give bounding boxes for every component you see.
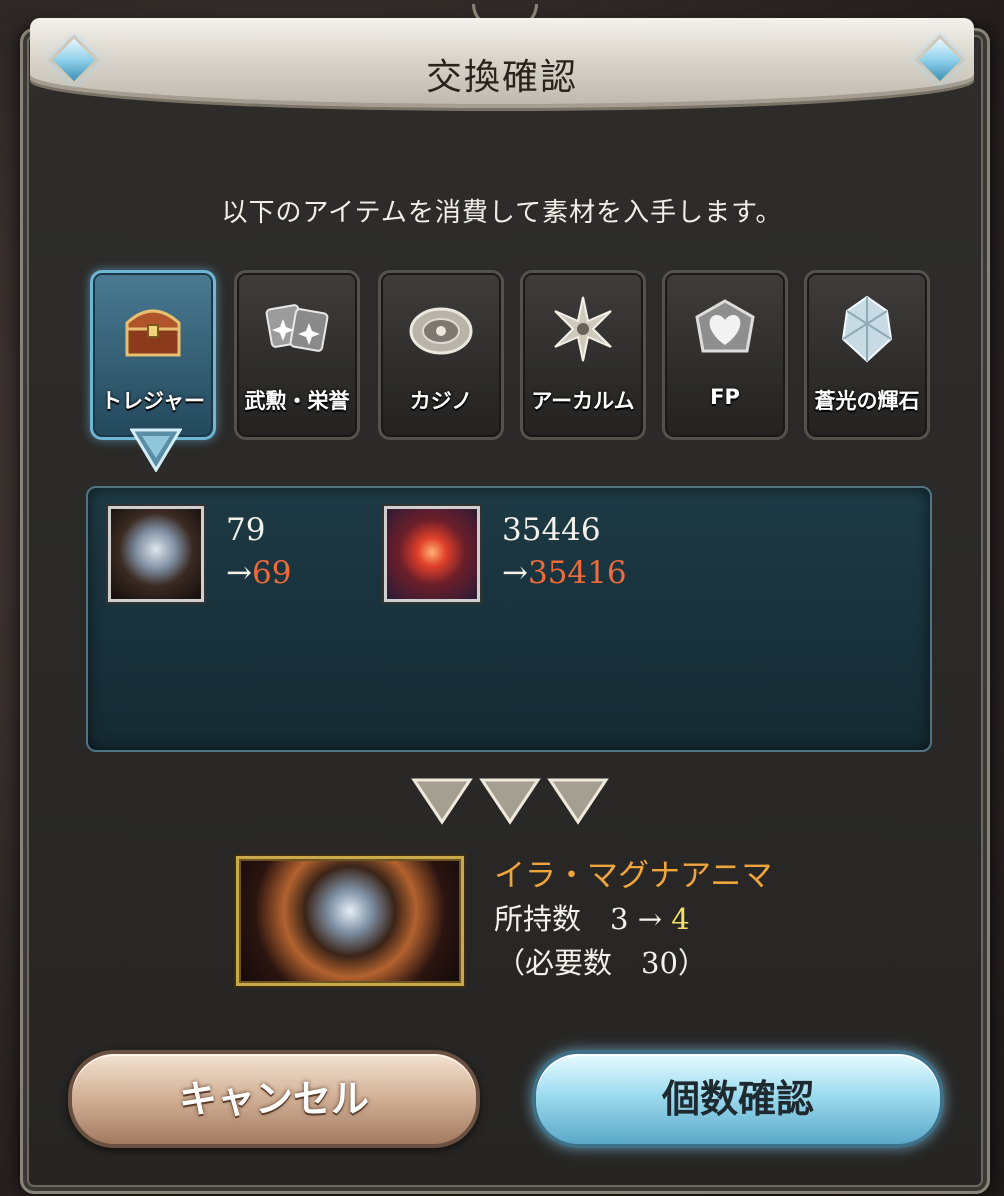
consumed-item-orb-thumbnail [108, 506, 204, 602]
consumed-item-count-before: 79 [226, 512, 266, 548]
consumed-item-flame-thumbnail [384, 506, 480, 602]
down-arrows-icon [411, 778, 609, 825]
heart-icon [695, 299, 755, 353]
tab-label: FP [710, 385, 740, 409]
arcarum-star-icon [554, 296, 612, 362]
confirm-quantity-button[interactable]: 個数確認 [532, 1050, 944, 1148]
crystal-icon [841, 295, 893, 363]
tab-label: カジノ [409, 389, 473, 413]
count-after-value: 35416 [527, 555, 627, 591]
tab-honors[interactable]: 武勲・栄誉 [234, 270, 360, 440]
tab-casino[interactable]: カジノ [378, 270, 504, 440]
owned-before: 3 [610, 902, 629, 936]
owned-label: 所持数 [494, 902, 582, 936]
intro-text: 以下のアイテムを消費して素材を入手します。 [221, 198, 783, 228]
dialog-title: 交換確認 [425, 57, 578, 98]
tab-label: 武勲・栄誉 [244, 389, 350, 413]
casino-chip-icon [409, 307, 473, 355]
medal-cards-icon [265, 304, 329, 352]
tab-label: トレジャー [101, 389, 205, 413]
consumed-item-count-before: 35446 [502, 512, 601, 548]
count-after-value: 69 [251, 555, 292, 591]
tab-arcarum[interactable]: アーカルム [520, 270, 646, 440]
result-item-thumbnail [236, 856, 464, 986]
required-count: （必要数 30） [496, 946, 707, 980]
title-bar: 交換確認 [30, 18, 974, 108]
result-item-name: イラ・マグナアニマ [494, 858, 773, 894]
consumed-item-count-after: →69 [226, 555, 292, 591]
tab-crystal[interactable]: 蒼光の輝石 [804, 270, 930, 440]
consumed-item-count-after: →35416 [502, 555, 627, 591]
treasure-chest-icon [125, 309, 181, 357]
category-tabs: トレジャー 武勲・栄誉 カジノ アーカルム FP 蒼光の輝石 [88, 270, 930, 440]
active-tab-pointer-icon [130, 428, 182, 472]
owned-count: 所持数 3 → 4 [494, 902, 690, 936]
tab-label: 蒼光の輝石 [814, 389, 920, 413]
tab-label: アーカルム [531, 389, 635, 413]
owned-after: 4 [671, 902, 690, 936]
tab-fp[interactable]: FP [662, 270, 788, 440]
tab-treasure[interactable]: トレジャー [90, 270, 216, 440]
cancel-button[interactable]: キャンセル [68, 1050, 480, 1148]
